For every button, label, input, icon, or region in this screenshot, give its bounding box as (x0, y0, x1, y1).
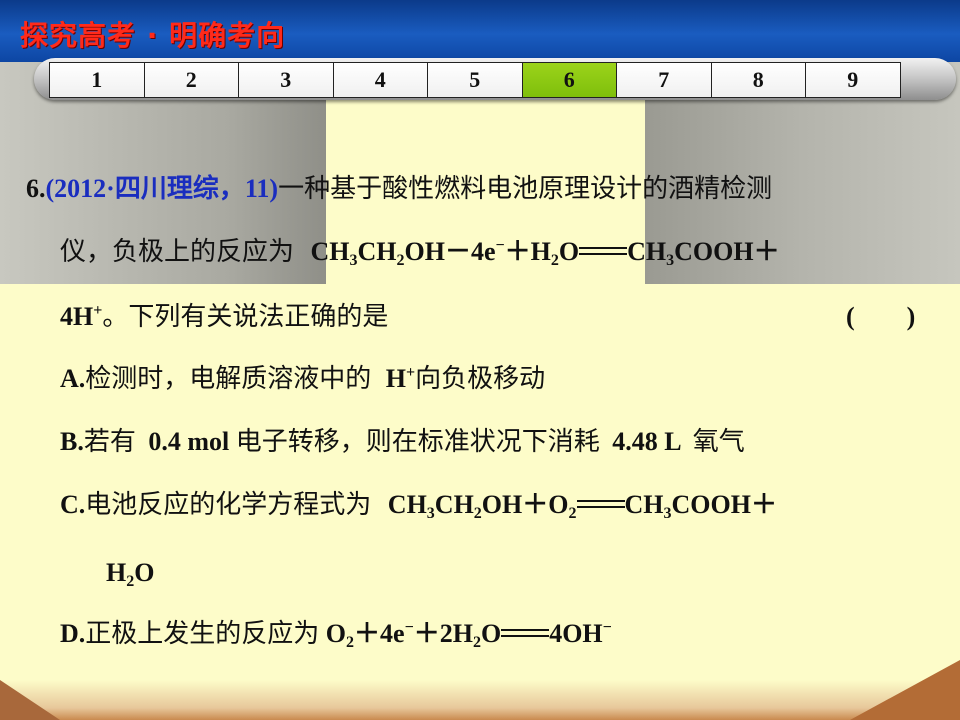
equals-arrow (579, 245, 628, 257)
option-b[interactable]: B.若有 0.4 mol 电子转移，则在标准状况下消耗 4.48 L 氧气 (60, 425, 745, 459)
footer-decoration (0, 660, 960, 720)
option-a[interactable]: A.检测时，电解质溶液中的 H+向负极移动 (60, 362, 545, 396)
question-number: 6. (26, 174, 46, 203)
option-d[interactable]: D.正极上发生的反应为 O2＋4e−＋2H2O 4OH− (60, 617, 612, 651)
question-source: (2012·四川理综，11) (45, 174, 279, 203)
question-line-1: 6.(2012·四川理综，11)一种基于酸性燃料电池原理设计的酒精检测 (26, 172, 772, 206)
footer-left-shape (0, 680, 60, 720)
option-c[interactable]: C.电池反应的化学方程式为 CH3CH2OH＋O2 CH3COOH＋ (60, 488, 777, 522)
option-a-label: A. (60, 364, 86, 393)
option-b-label: B. (60, 427, 84, 456)
overall-reaction: CH3CH2OH＋O2 CH3COOH＋ (387, 490, 777, 522)
equals-arrow (501, 627, 550, 639)
option-d-label: D. (60, 619, 86, 648)
cathode-reaction: O2＋4e−＋2H2O 4OH− (325, 619, 612, 651)
answer-blank[interactable]: () (846, 300, 915, 334)
question-content: 6.(2012·四川理综，11)一种基于酸性燃料电池原理设计的酒精检测 仪，负极… (0, 0, 960, 720)
anode-reaction: CH3CH2OH－4e−＋H2O CH3COOH＋ (310, 237, 780, 269)
question-stem-2: 仪，负极上的反应为 (60, 237, 295, 267)
option-c-label: C. (60, 490, 86, 519)
option-c-continued: H2O (106, 558, 155, 590)
question-line-3: 4H+。下列有关说法正确的是 (60, 302, 389, 332)
question-stem-1: 一种基于酸性燃料电池原理设计的酒精检测 (278, 174, 773, 204)
question-stem-3: 。下列有关说法正确的是 (102, 302, 389, 332)
footer-right-shape (850, 660, 960, 720)
question-line-2: 仪，负极上的反应为 CH3CH2OH－4e−＋H2O CH3COOH＋ (60, 235, 780, 269)
equals-arrow (576, 498, 625, 510)
